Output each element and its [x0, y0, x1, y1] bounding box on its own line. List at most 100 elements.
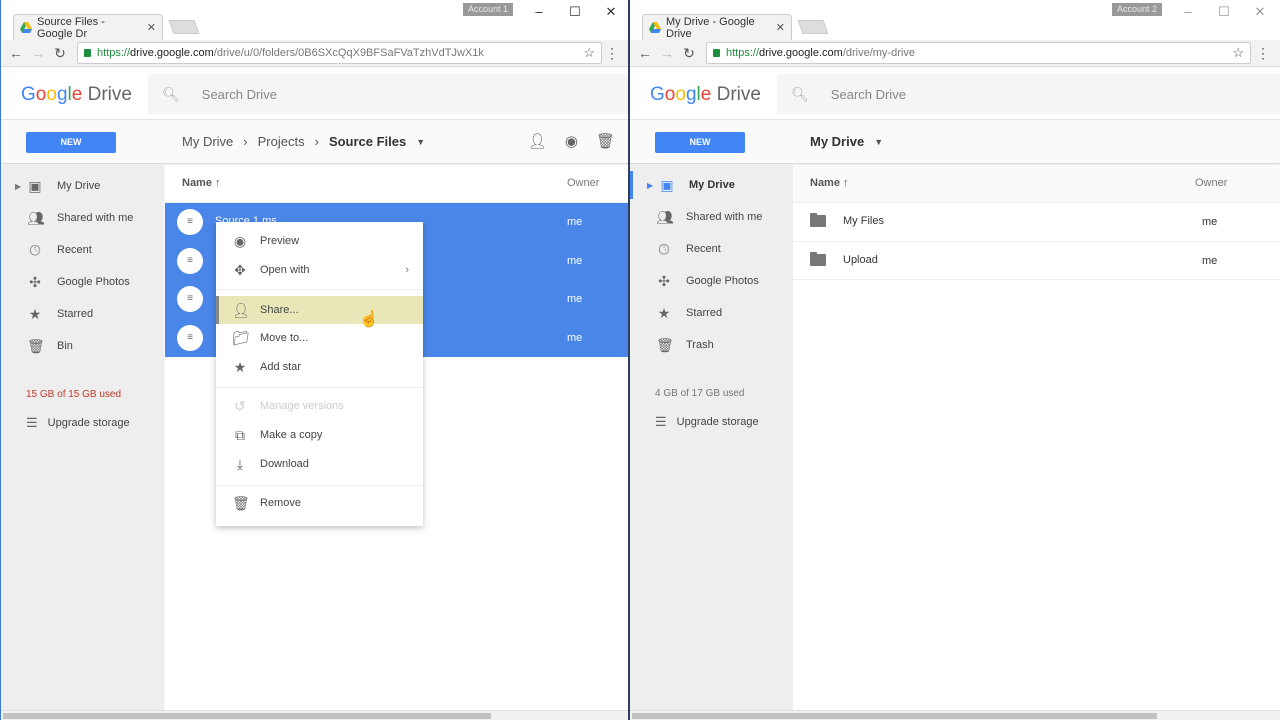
- preview-eye-icon[interactable]: ◉: [565, 132, 578, 150]
- download-icon: ⤓: [236, 455, 244, 472]
- browser-tab[interactable]: Source Files - Google Dr ✕: [13, 14, 163, 40]
- menu-item-remove[interactable]: 🗑︎ Remove: [216, 489, 423, 517]
- horizontal-scrollbar[interactable]: [630, 710, 1280, 720]
- dropdown-arrow-icon[interactable]: ▼: [874, 137, 883, 147]
- menu-item-move-to[interactable]: 📁︎ Move to...: [216, 324, 423, 352]
- breadcrumb-source-files[interactable]: Source Files: [329, 134, 406, 149]
- menu-item-make-copy[interactable]: ⧉ Make a copy: [216, 421, 423, 449]
- file-owner: me: [567, 216, 583, 228]
- sidebar-item-recent[interactable]: 🕓︎ Recent: [1, 236, 164, 264]
- sidebar: ▶ ▣ My Drive 👥︎ Shared with me 🕓︎ Recent ✣ Go…: [1, 165, 164, 710]
- drive-favicon-icon: [649, 22, 661, 33]
- scrollbar-thumb[interactable]: [632, 713, 1157, 719]
- close-window-button[interactable]: ✕: [1242, 4, 1278, 20]
- sidebar-item-bin[interactable]: 🗑︎ Bin: [1, 332, 164, 360]
- bookmark-star-icon[interactable]: ☆: [583, 45, 595, 61]
- file-icon: ≡: [177, 286, 203, 312]
- back-icon[interactable]: ←: [5, 45, 27, 61]
- sidebar: ▶ ▣ My Drive 👥︎ Shared with me 🕓︎ Recent ✣ Go…: [630, 165, 793, 710]
- new-tab-button[interactable]: [168, 20, 200, 34]
- menu-item-share[interactable]: 👤︎ Share...: [216, 296, 423, 324]
- share-add-person-icon[interactable]: 👤︎: [528, 132, 547, 150]
- breadcrumb-projects[interactable]: Projects: [258, 134, 305, 149]
- name-column-header[interactable]: Name ↑: [182, 177, 221, 189]
- sidebar-item-my-drive[interactable]: ▶ ▣ My Drive: [1, 172, 164, 200]
- forward-icon[interactable]: →: [27, 45, 49, 61]
- menu-item-open-with[interactable]: ✥ Open with ›: [216, 256, 423, 284]
- minimize-button[interactable]: –: [1170, 4, 1206, 20]
- move-folder-icon: 📁︎: [232, 329, 250, 346]
- new-tab-button[interactable]: [797, 20, 829, 34]
- scrollbar-thumb[interactable]: [3, 713, 491, 719]
- tab-title: Source Files - Google Dr: [37, 15, 105, 40]
- breadcrumb: My Drive ▼: [810, 134, 883, 149]
- add-person-icon: 👤︎: [232, 301, 250, 318]
- folder-icon: [810, 251, 826, 266]
- url-path: /drive/my-drive: [842, 47, 915, 59]
- minimize-button[interactable]: –: [521, 4, 557, 20]
- menu-divider: [216, 485, 423, 486]
- google-drive-logo[interactable]: Google Drive: [21, 84, 132, 106]
- address-bar[interactable]: https://drive.google.com/drive/my-drive …: [706, 42, 1251, 64]
- browser-menu-icon[interactable]: ⋮: [1256, 45, 1270, 62]
- people-icon: 👥︎: [27, 209, 45, 226]
- folder-owner: me: [1202, 216, 1218, 228]
- sidebar-item-my-drive[interactable]: ▶ ▣ My Drive: [630, 171, 793, 199]
- folder-row[interactable]: My Files me: [793, 203, 1280, 242]
- close-tab-icon[interactable]: ✕: [776, 21, 785, 34]
- back-icon[interactable]: ←: [634, 45, 656, 61]
- url-path: /drive/u/0/folders/0B6SXcQqX9BFSaFVaTzhV…: [213, 47, 484, 59]
- people-icon: 👥︎: [656, 208, 674, 225]
- owner-column-header[interactable]: Owner: [567, 177, 599, 189]
- google-drive-logo[interactable]: Google Drive: [650, 84, 761, 106]
- reload-icon[interactable]: ↻: [49, 45, 71, 62]
- sidebar-item-recent[interactable]: 🕓︎ Recent: [630, 235, 793, 263]
- browser-menu-icon[interactable]: ⋮: [605, 45, 619, 62]
- search-input[interactable]: 🔍︎ Search Drive: [777, 74, 1280, 114]
- dropdown-arrow-icon[interactable]: ▼: [416, 137, 425, 147]
- sidebar-item-trash[interactable]: 🗑︎ Trash: [630, 331, 793, 359]
- new-button[interactable]: NEW: [655, 132, 745, 153]
- upgrade-storage-link[interactable]: ☰ Upgrade storage: [26, 415, 130, 431]
- sidebar-item-starred[interactable]: ★ Starred: [1, 300, 164, 328]
- new-button[interactable]: NEW: [26, 132, 116, 153]
- eye-icon: ◉: [233, 232, 247, 249]
- sidebar-item-shared[interactable]: 👥︎ Shared with me: [630, 203, 793, 231]
- expand-arrow-icon[interactable]: ▶: [647, 181, 653, 190]
- menu-item-add-star[interactable]: ★ Add star: [216, 353, 423, 381]
- owner-column-header[interactable]: Owner: [1195, 177, 1227, 189]
- sidebar-item-photos[interactable]: ✣ Google Photos: [1, 268, 164, 296]
- upgrade-storage-link[interactable]: ☰ Upgrade storage: [655, 414, 759, 430]
- maximize-button[interactable]: ☐: [1206, 4, 1242, 20]
- chevron-right-icon: ›: [243, 134, 248, 149]
- sidebar-item-photos[interactable]: ✣ Google Photos: [630, 267, 793, 295]
- menu-item-download[interactable]: ⤓ Download: [216, 450, 423, 478]
- close-window-button[interactable]: ✕: [593, 4, 629, 20]
- action-bar: NEW My Drive ▼: [630, 120, 1280, 164]
- location-my-drive[interactable]: My Drive: [810, 134, 864, 149]
- folder-row[interactable]: Upload me: [793, 242, 1280, 280]
- address-bar[interactable]: https://drive.google.com/drive/u/0/folde…: [77, 42, 602, 64]
- browser-tab[interactable]: My Drive - Google Drive ✕: [642, 14, 792, 40]
- bookmark-star-icon[interactable]: ☆: [1232, 45, 1244, 61]
- search-icon: 🔍︎: [791, 85, 809, 102]
- sidebar-item-shared[interactable]: 👥︎ Shared with me: [1, 204, 164, 232]
- browser-window-account-1: Source Files - Google Dr ✕ Account 1 – ☐…: [0, 0, 629, 720]
- star-icon: ★: [28, 305, 42, 322]
- expand-arrow-icon[interactable]: ▶: [15, 182, 21, 191]
- breadcrumb-my-drive[interactable]: My Drive: [182, 134, 233, 149]
- folder-icon: [810, 213, 826, 227]
- menu-item-preview[interactable]: ◉ Preview: [216, 227, 423, 255]
- forward-icon[interactable]: →: [656, 45, 678, 61]
- context-menu: ◉ Preview ✥ Open with › 👤︎ Share... 📁︎ Move t…: [216, 222, 423, 526]
- sidebar-item-starred[interactable]: ★ Starred: [630, 299, 793, 327]
- name-column-header[interactable]: Name ↑: [810, 177, 849, 189]
- horizontal-scrollbar[interactable]: [1, 710, 629, 720]
- search-input[interactable]: 🔍︎ Search Drive: [148, 74, 629, 114]
- delete-trash-icon[interactable]: 🗑︎: [596, 132, 615, 150]
- reload-icon[interactable]: ↻: [678, 45, 700, 62]
- close-tab-icon[interactable]: ✕: [147, 21, 156, 34]
- lock-icon: [713, 49, 720, 57]
- file-list: Name ↑ Owner My Files me Upload me: [793, 165, 1280, 710]
- maximize-button[interactable]: ☐: [557, 4, 593, 20]
